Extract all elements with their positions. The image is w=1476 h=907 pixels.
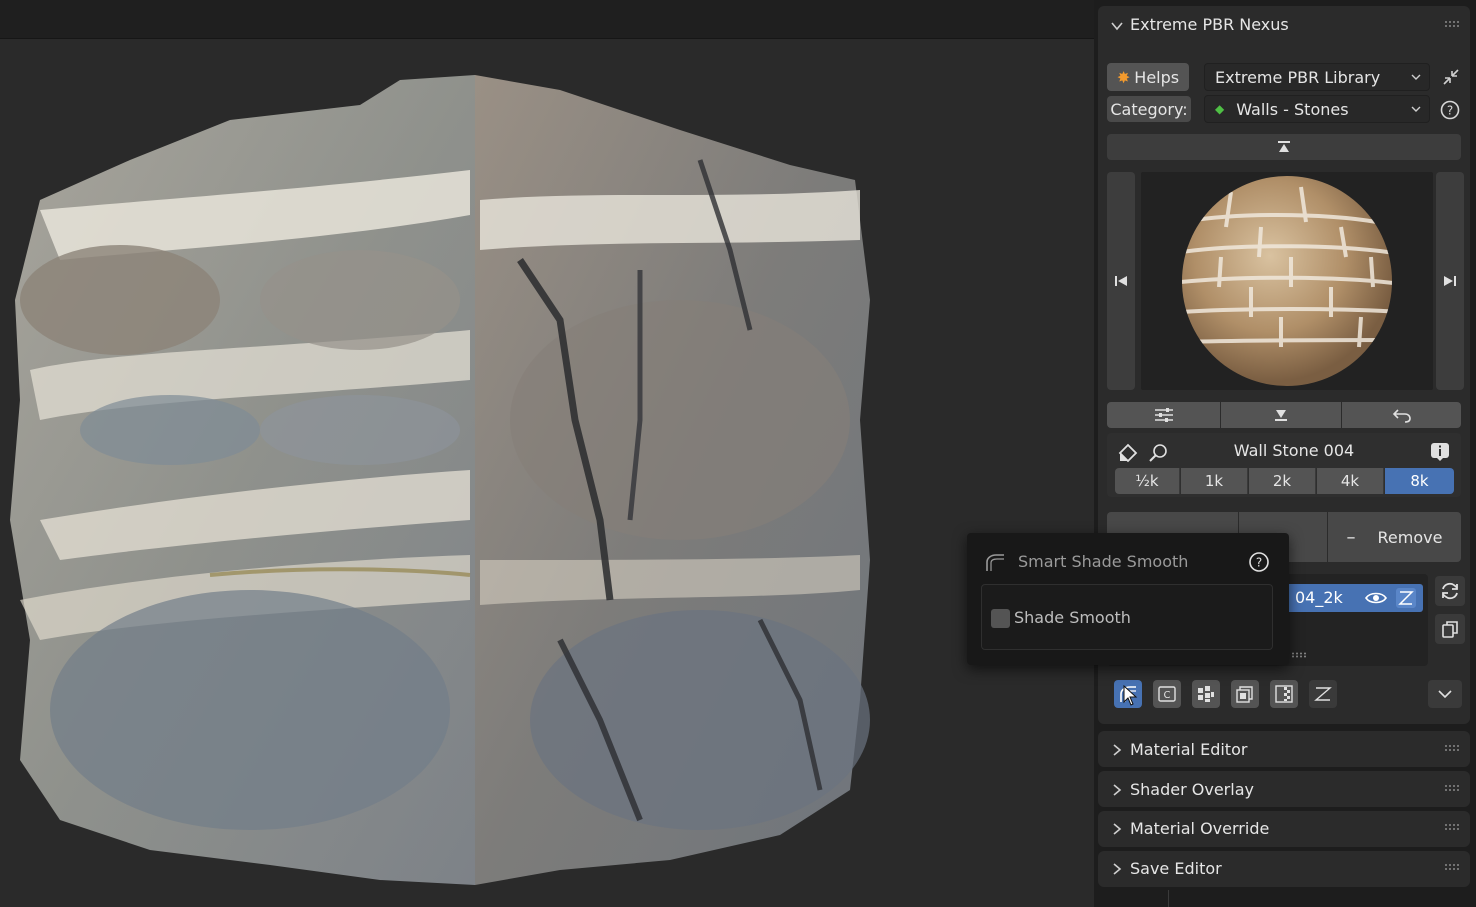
material-name: Wall Stone 004 [1233,441,1355,460]
resolution-selector: ½k 1k 2k 4k 8k [1115,468,1454,494]
grid-icon [1198,686,1214,702]
skip-next-icon [1444,276,1456,286]
stone-cube-render [10,75,870,885]
category-label: Category: [1107,96,1191,122]
help-circle-icon[interactable]: ? [1440,100,1460,120]
resolution-option-active[interactable]: 8k [1385,468,1454,494]
shade-smooth-label[interactable]: Shade Smooth [1014,608,1131,627]
hatch-icon [1314,687,1332,701]
undo-icon [1392,409,1411,423]
chevron-down-icon [1411,106,1421,112]
material-editor-section[interactable]: Material Editor [1098,731,1470,767]
adjust-settings-button[interactable] [1107,402,1220,428]
eye-icon[interactable] [1365,589,1387,607]
drag-grip-icon[interactable] [1291,652,1307,658]
resolution-option[interactable]: 4k [1317,468,1384,494]
chevron-down-icon[interactable] [1110,19,1124,33]
panel-divider [1168,890,1169,907]
helps-label: Helps [1134,67,1180,87]
skip-previous-icon [1115,276,1127,286]
section-title: Extreme PBR Nexus [1130,15,1289,34]
preview-action-bar [1107,402,1461,428]
material-slot-name: 04_2k [1295,588,1343,607]
section-title: Material Override [1130,819,1270,838]
3d-viewport[interactable] [0,0,1094,907]
chevron-right-icon [1113,823,1122,835]
scroll-top-button[interactable] [1107,134,1461,160]
stack-icon [1236,686,1253,703]
chevron-right-icon [1113,863,1122,875]
previous-material-button[interactable] [1107,172,1135,390]
shade-smooth-checkbox[interactable] [991,609,1010,628]
undo-button[interactable] [1342,402,1461,428]
more-options-button[interactable] [1428,680,1462,708]
stack-button[interactable] [1231,680,1259,708]
library-select-value: Extreme PBR Library [1215,67,1381,87]
resolution-option[interactable]: ½k [1115,468,1180,494]
drag-grip-icon[interactable] [1444,863,1460,871]
minus-icon: – [1346,526,1356,548]
sidebar-panel: Extreme PBR Nexus ✸ Helps Extreme PBR Li… [1094,0,1476,907]
svg-text:C: C [1164,690,1171,701]
resolution-option[interactable]: 2k [1249,468,1316,494]
preview-sphere [1182,176,1392,386]
next-material-button[interactable] [1436,172,1464,390]
refresh-icon [1442,582,1458,600]
help-circle-icon[interactable]: ? [1248,551,1270,573]
checker-button[interactable] [1270,680,1298,708]
drag-grip-icon[interactable] [1444,823,1460,831]
chevron-down-icon [1438,690,1452,699]
shade-smooth-icon [986,554,1004,571]
c-box-button[interactable]: C [1153,680,1181,708]
shader-overlay-section[interactable]: Shader Overlay [1098,771,1470,807]
refresh-button[interactable] [1435,576,1465,606]
save-editor-section[interactable]: Save Editor [1098,851,1470,887]
material-preview[interactable] [1141,172,1433,390]
link-curve-icon[interactable] [1395,587,1417,609]
chevron-down-icon [1411,74,1421,80]
mouse-cursor-icon [1123,685,1138,706]
popover-title: Smart Shade Smooth [1018,552,1189,571]
chevron-right-icon [1113,784,1122,796]
c-box-icon: C [1158,686,1176,702]
material-override-section[interactable]: Material Override [1098,811,1470,847]
drag-grip-icon[interactable] [1444,784,1460,792]
star-burst-icon: ✸ [1116,67,1131,87]
download-button[interactable] [1221,402,1341,428]
chevron-right-icon [1113,744,1122,756]
grid-button[interactable] [1192,680,1220,708]
remove-label: Remove [1377,527,1443,547]
svg-text:?: ? [1256,556,1262,570]
drag-grip-icon[interactable] [1444,744,1460,752]
checker-icon [1275,685,1293,703]
copy-button[interactable] [1435,614,1465,644]
info-icon[interactable] [1430,442,1450,462]
sliders-icon [1154,408,1173,422]
arrow-to-bottom-icon [1275,410,1287,421]
section-title: Save Editor [1130,859,1222,878]
drag-grip-icon[interactable] [1444,20,1460,28]
diamond-icon: ◆ [1215,102,1225,116]
hatch-button[interactable] [1309,680,1337,708]
smart-shade-smooth-popover: Smart Shade Smooth ? Shade Smooth [967,533,1289,665]
library-select[interactable]: Extreme PBR Library [1204,63,1430,91]
category-select[interactable]: ◆ Walls - Stones [1204,95,1430,123]
category-select-value: Walls - Stones [1236,99,1349,119]
arrow-to-top-icon [1278,141,1290,152]
resolution-option[interactable]: 1k [1181,468,1248,494]
section-title: Shader Overlay [1130,780,1254,799]
svg-text:?: ? [1447,104,1453,118]
popover-options: Shade Smooth [981,584,1273,650]
copy-icon [1442,621,1458,638]
collapse-arrows-icon[interactable] [1441,67,1461,87]
helps-button[interactable]: ✸ Helps [1107,63,1189,91]
section-title: Material Editor [1130,740,1248,759]
remove-button[interactable]: – Remove [1328,512,1461,562]
